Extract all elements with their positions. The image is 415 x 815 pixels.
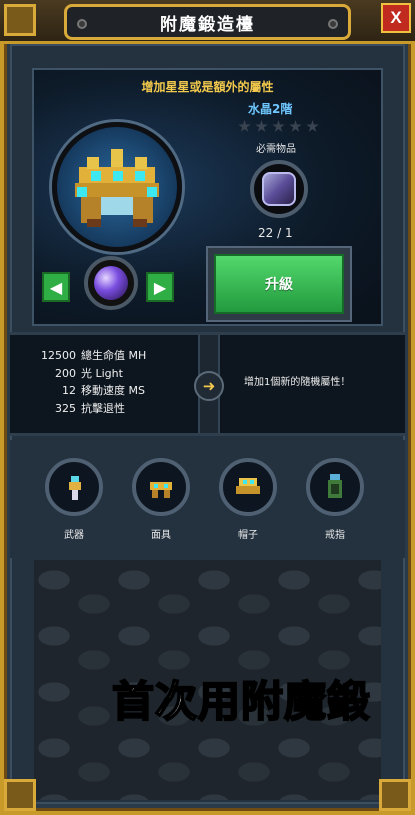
ring-slot: [306, 458, 364, 516]
stat-label: 移動速度 MS: [81, 384, 145, 397]
star-rating: [238, 120, 319, 133]
window-title: 附魔鍛造檯: [160, 14, 255, 35]
gem-orb-icon: [94, 266, 128, 300]
stat-list: 12500 總生命值 MH 200 光 Light 12 移動速度 MS 325 抗擊退…: [28, 347, 146, 417]
rivet-icon: [77, 19, 87, 29]
material-count: 22 / 1: [258, 226, 293, 240]
upgrade-result-text: 增加1個新的隨機屬性！: [244, 377, 351, 388]
arrow-right-icon: ➜: [194, 371, 224, 401]
required-item-label: 必需物品: [256, 144, 296, 155]
stat-row: 200 光 Light: [28, 365, 146, 383]
corner-ornament: [4, 4, 36, 36]
crystal-tier-label: 水晶2階: [248, 102, 293, 116]
crown-mask-icon: [75, 149, 159, 227]
corner-ornament: [379, 779, 411, 811]
ring-icon: [328, 474, 342, 498]
tab-label: 面具: [151, 530, 171, 541]
tab-mask[interactable]: 面具: [131, 458, 191, 541]
stat-value: 12500: [41, 349, 76, 362]
corner-ornament: [4, 779, 36, 811]
stat-row: 325 抗擊退性: [28, 400, 146, 418]
close-button[interactable]: X: [381, 3, 411, 33]
stat-value: 325: [55, 401, 76, 415]
forge-subtitle: 增加星星或是額外的屬性: [141, 80, 274, 94]
star-icon: [238, 120, 251, 132]
equipment-tabs: 武器 面具 帽子 戒指: [10, 440, 405, 558]
stat-value: 12: [62, 384, 76, 397]
chevron-left-icon: ◀: [49, 277, 63, 297]
forge-panel: 增加星星或是額外的屬性 ◀ ▶ 水晶2階 必需物品 22 / 1 升級: [32, 68, 383, 326]
hat-icon: [236, 478, 260, 494]
stat-row: 12500 總生命值 MH: [28, 347, 146, 365]
tab-label: 戒指: [325, 530, 345, 541]
upgrade-button-frame: 升級: [206, 246, 352, 322]
video-caption: 首次用附魔鍛: [111, 676, 371, 727]
next-gem-button[interactable]: ▶: [146, 272, 174, 302]
tab-ring[interactable]: 戒指: [305, 458, 365, 541]
stats-panel: 12500 總生命值 MH 200 光 Light 12 移動速度 MS 325 抗擊退…: [10, 332, 405, 436]
crystal-shard-icon: [262, 172, 296, 206]
tab-weapon[interactable]: 武器: [44, 458, 104, 541]
chevron-right-icon: ▶: [153, 277, 167, 297]
stat-label: 光 Light: [81, 366, 123, 380]
gem-slot[interactable]: [84, 256, 138, 310]
prev-gem-button[interactable]: ◀: [42, 272, 70, 302]
stat-value: 200: [55, 366, 76, 380]
selected-item-slot[interactable]: [52, 122, 182, 252]
star-icon: [306, 120, 319, 132]
tab-label: 武器: [64, 530, 84, 541]
title-bar: 附魔鍛造檯 X: [0, 0, 415, 44]
stat-label: 總生命值 MH: [81, 349, 147, 362]
title-plate: 附魔鍛造檯: [64, 4, 351, 40]
star-icon: [255, 120, 268, 132]
required-item-slot[interactable]: [250, 160, 308, 218]
rivet-icon: [328, 19, 338, 29]
mask-slot: [132, 458, 190, 516]
weapon-slot: [45, 458, 103, 516]
mask-icon: [150, 482, 172, 498]
upgrade-button[interactable]: 升級: [214, 254, 344, 314]
weapon-icon: [69, 476, 81, 500]
star-icon: [289, 120, 302, 132]
hat-slot: [219, 458, 277, 516]
tab-label: 帽子: [238, 530, 258, 541]
stat-label: 抗擊退性: [81, 401, 125, 415]
stat-row: 12 移動速度 MS: [28, 382, 146, 400]
star-icon: [272, 120, 285, 132]
tab-hat[interactable]: 帽子: [218, 458, 278, 541]
